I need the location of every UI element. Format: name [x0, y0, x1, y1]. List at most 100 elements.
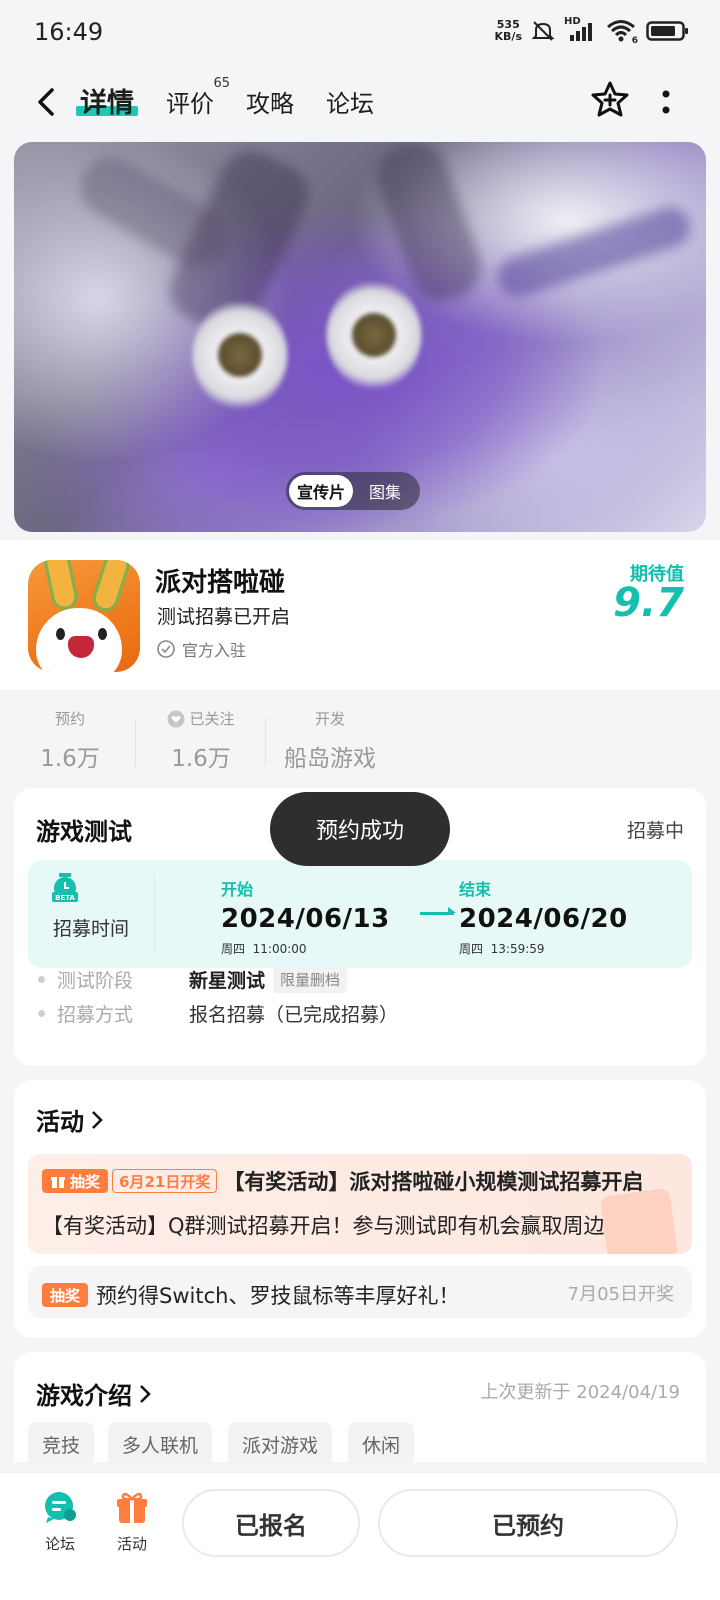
recruit-method-value: 报名招募（已完成招募） — [189, 1004, 399, 1026]
stat-label: 预约 — [54, 710, 85, 728]
banner-character-eye — [326, 280, 422, 390]
svg-text:BETA: BETA — [55, 894, 75, 902]
toast-reserve-success: 预约成功 — [270, 792, 450, 866]
test-stage-key: 测试阶段 — [57, 970, 134, 992]
recruit-method-row: 招募方式 报名招募（已完成招募） — [38, 1000, 398, 1027]
status-time: 16:49 — [34, 18, 104, 46]
media-switch-gallery[interactable]: 图集 — [353, 475, 417, 507]
banner-motion-streak — [69, 146, 239, 278]
bottom-activity[interactable]: 活动 — [102, 1491, 162, 1554]
more-vertical-icon[interactable] — [654, 82, 678, 122]
activity-item-header: 抽奖 6月21日开奖 【有奖活动】派对搭啦碰小规模测试招募开启 — [42, 1166, 662, 1196]
genre-tag[interactable]: 派对游戏 — [228, 1422, 333, 1466]
stat-divider — [265, 718, 266, 766]
stat-divider — [135, 718, 136, 766]
app-icon-ear — [89, 560, 133, 615]
stat-developer[interactable]: 开发 船岛游戏 — [280, 708, 380, 773]
intro-title[interactable]: 游戏介绍 — [36, 1376, 152, 1411]
intro-updated-date: 上次更新于 2024/04/19 — [480, 1382, 680, 1403]
heart-icon — [167, 710, 185, 727]
activity-item[interactable]: 抽奖 预约得Switch、罗技鼠标等丰厚好礼！ 7月05日开奖 — [28, 1266, 692, 1318]
end-date: 2024/06/20 — [459, 904, 628, 934]
end-heading: 结束 — [459, 880, 492, 899]
media-banner[interactable]: 宣传片 图集 — [14, 142, 706, 532]
stat-label-text: 已关注 — [189, 710, 235, 728]
banner-motion-streak — [492, 202, 696, 302]
media-switch: 宣传片 图集 — [286, 472, 420, 510]
bottom-action-bar: 论坛 活动 已报名 已预约 — [0, 1472, 720, 1600]
stat-reservations: 预约 1.6万 — [30, 708, 110, 773]
signed-up-button[interactable]: 已报名 — [182, 1489, 360, 1557]
genre-tag[interactable]: 竞技 — [28, 1422, 95, 1466]
app-icon-face — [36, 608, 122, 672]
stat-value: 1.6万 — [40, 746, 100, 772]
official-label: 官方入驻 — [182, 641, 247, 660]
lottery-badge: 抽奖 — [42, 1169, 109, 1193]
test-stage-value: 新星测试 — [189, 970, 266, 992]
chevron-right-icon — [92, 1110, 103, 1129]
test-stage-tag: 限量删档 — [273, 966, 348, 993]
forum-chat-icon — [45, 1492, 76, 1523]
tab-reviews-label: 评价 — [166, 90, 214, 118]
draw-date-badge: 6月21日开奖 — [112, 1169, 218, 1193]
media-switch-video[interactable]: 宣传片 — [289, 475, 353, 507]
test-stage-row: 测试阶段 新星测试 限量删档 — [38, 966, 348, 993]
recruit-time-box: BETA 招募时间 开始 2024/06/13 周四 11:00:00 结束 2… — [28, 860, 692, 968]
intro-title-text: 游戏介绍 — [36, 1382, 132, 1410]
activity-draw-date: 7月05日开奖 — [567, 1284, 674, 1305]
star-plus-icon[interactable] — [590, 80, 630, 120]
game-stats: 预约 1.6万 已关注 1.6万 开发 船岛游戏 — [0, 692, 720, 782]
activity-item-title: 【有奖活动】派对搭啦碰小规模测试招募开启 — [223, 1170, 644, 1194]
activity-item-title: 预约得Switch、罗技鼠标等丰厚好礼！ — [96, 1284, 460, 1308]
genre-tag[interactable]: 休闲 — [348, 1422, 415, 1466]
tab-reviews[interactable]: 评价 65 — [166, 76, 230, 119]
arrow-right-icon — [420, 907, 456, 915]
game-app-icon — [28, 560, 140, 672]
tab-forum-label: 论坛 — [326, 90, 374, 118]
activity-card: 活动 抽奖 6月21日开奖 【有奖活动】派对搭啦碰小规模测试招募开启 【有奖活动… — [14, 1080, 706, 1338]
chevron-right-icon — [140, 1384, 151, 1403]
start-time-value: 11:00:00 — [252, 942, 307, 956]
signal-icon: HD — [564, 16, 598, 44]
official-badge: 官方入驻 — [156, 637, 246, 661]
top-nav: 详情 评价 65 攻略 论坛 — [0, 70, 720, 134]
stat-value: 1.6万 — [171, 746, 231, 772]
stat-followers[interactable]: 已关注 1.6万 — [160, 708, 242, 773]
recruit-method-key: 招募方式 — [57, 1004, 134, 1026]
activity-item-header: 抽奖 预约得Switch、罗技鼠标等丰厚好礼！ — [42, 1280, 459, 1310]
gift-icon — [51, 1177, 65, 1188]
game-intro-card: 游戏介绍 上次更新于 2024/04/19 竞技 多人联机 派对游戏 休闲 — [14, 1352, 706, 1466]
bottom-activity-label: 活动 — [116, 1535, 147, 1553]
end-time: 周四 13:59:59 — [459, 940, 628, 957]
bottom-forum[interactable]: 论坛 — [30, 1491, 90, 1554]
start-weekday: 周四 — [221, 942, 246, 956]
bullet-dot — [38, 1010, 45, 1017]
end-time-value: 13:59:59 — [490, 942, 545, 956]
recruit-end: 结束 2024/06/20 周四 13:59:59 — [459, 876, 628, 957]
start-time: 周四 11:00:00 — [221, 940, 390, 957]
genre-tag[interactable]: 多人联机 — [108, 1422, 213, 1466]
reserved-button[interactable]: 已预约 — [378, 1489, 678, 1557]
stat-value: 船岛游戏 — [284, 746, 376, 772]
activity-item[interactable]: 抽奖 6月21日开奖 【有奖活动】派对搭啦碰小规模测试招募开启 【有奖活动】Q群… — [28, 1154, 692, 1254]
activity-title[interactable]: 活动 — [36, 1102, 104, 1137]
game-title: 派对搭啦碰 — [155, 568, 286, 598]
battery-icon — [646, 21, 688, 41]
reviews-count-badge: 65 — [213, 76, 230, 91]
tab-guides[interactable]: 攻略 — [246, 84, 294, 119]
recruit-time-label: 招募时间 — [52, 918, 129, 940]
recruit-time-label-block: BETA 招募时间 — [28, 860, 154, 968]
tab-forum[interactable]: 论坛 — [326, 84, 374, 119]
tab-details[interactable]: 详情 — [76, 81, 138, 120]
status-icons: 535 KB/s HD 6 — [495, 16, 690, 46]
test-card-title: 游戏测试 — [36, 818, 132, 846]
back-icon[interactable] — [28, 82, 64, 122]
app-icon-ear — [42, 560, 80, 613]
app-icon-eye — [56, 628, 65, 640]
net-speed: 535 KB/s — [495, 19, 522, 43]
stat-label: 开发 — [314, 710, 345, 728]
lottery-badge: 抽奖 — [42, 1283, 89, 1307]
check-circle-icon — [157, 640, 175, 658]
recruit-divider — [154, 874, 155, 954]
stat-label: 已关注 — [160, 708, 242, 729]
